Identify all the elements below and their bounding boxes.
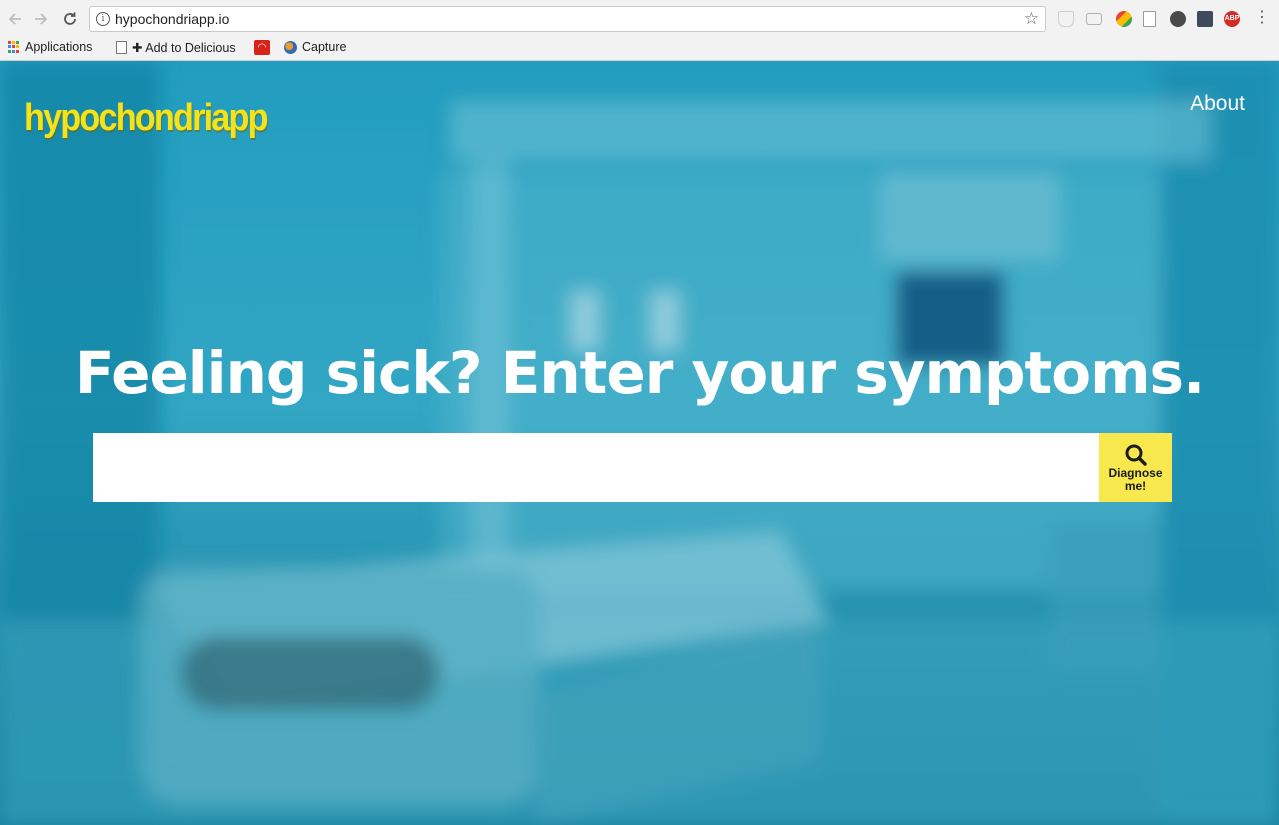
reload-button[interactable]	[60, 9, 80, 29]
bookmark-add-to-delicious[interactable]: ✚ Add to Delicious	[116, 40, 236, 55]
arrow-right-icon	[35, 13, 48, 25]
wifi-icon: ◠	[254, 40, 270, 55]
bookmark-star-icon[interactable]: ☆	[1024, 9, 1039, 29]
arrow-left-icon	[8, 13, 21, 25]
google-extension-icon[interactable]	[1116, 11, 1132, 27]
address-url[interactable]: hypochondriapp.io	[115, 11, 229, 27]
diagnose-button-label: Diagnose me!	[1108, 465, 1163, 493]
menu-icon[interactable]: ⋮	[1254, 10, 1270, 27]
bookmark-label: ✚ Add to Delicious	[132, 41, 236, 55]
site-logo[interactable]: hypochondriapp	[24, 97, 268, 140]
password-extension-icon[interactable]	[1197, 11, 1213, 27]
reload-icon	[64, 12, 76, 25]
symptom-search-input[interactable]	[93, 433, 1099, 502]
bookmark-capture[interactable]: Capture	[284, 40, 346, 54]
bookmarks-bar: Applications ✚ Add to Delicious ◠ Captur…	[0, 37, 1279, 61]
diagnose-button[interactable]: Diagnose me!	[1099, 433, 1172, 502]
back-button[interactable]	[5, 9, 25, 29]
forward-button[interactable]	[31, 9, 51, 29]
apps-grid-icon	[8, 41, 20, 53]
browser-toolbar: i hypochondriapp.io ☆ ABP ⋮	[0, 0, 1279, 37]
capture-icon	[284, 40, 297, 54]
circle-extension-icon[interactable]	[1170, 11, 1186, 27]
adblock-plus-icon[interactable]: ABP	[1224, 11, 1240, 27]
page: hypochondriapp About Feeling sick? Enter…	[0, 61, 1279, 825]
address-bar[interactable]: i hypochondriapp.io ☆	[89, 6, 1046, 32]
bookmark-label: Capture	[302, 40, 347, 54]
nav-about-link[interactable]: About	[1190, 92, 1245, 116]
document-extension-icon[interactable]	[1143, 11, 1156, 27]
search-icon	[1125, 444, 1147, 466]
shield-extension-icon[interactable]	[1058, 11, 1074, 27]
page-icon	[116, 41, 127, 54]
bookmark-label: Applications	[25, 40, 93, 54]
info-icon[interactable]: i	[96, 12, 110, 26]
symptom-search-bar: Diagnose me!	[93, 433, 1172, 502]
bookmark-applications[interactable]: Applications	[8, 40, 92, 54]
hero-headline: Feeling sick? Enter your symptoms.	[74, 339, 1205, 407]
cast-icon[interactable]	[1086, 13, 1102, 25]
bookmark-wifi[interactable]: ◠	[254, 40, 275, 55]
